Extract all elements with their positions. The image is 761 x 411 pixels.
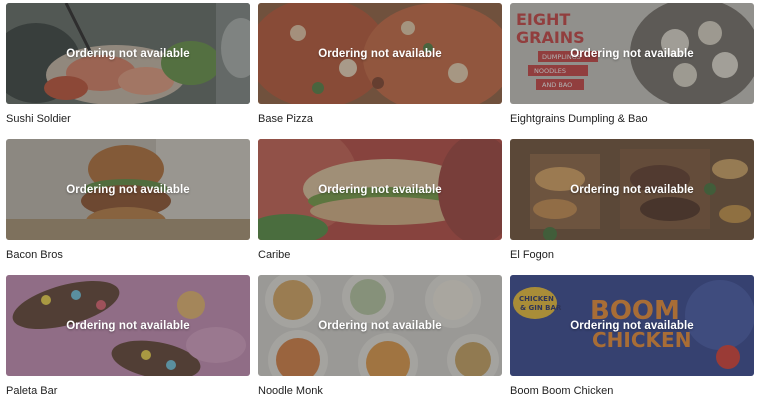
restaurant-card-bacon-bros[interactable]: Ordering not available Bacon Bros [6, 139, 250, 275]
restaurant-name[interactable]: Base Pizza [258, 113, 502, 125]
unavailable-overlay: Ordering not available [6, 275, 250, 376]
unavailable-overlay: Ordering not available [510, 3, 754, 104]
unavailable-overlay: Ordering not available [510, 275, 754, 376]
restaurant-card-boom-boom-chicken[interactable]: CHICKEN & GIN BAR BOOM CHICKEN Ordering … [510, 275, 754, 411]
restaurant-name[interactable]: Paleta Bar [6, 385, 250, 397]
ordering-status-text: Ordering not available [570, 47, 694, 60]
unavailable-overlay: Ordering not available [258, 3, 502, 104]
restaurant-image[interactable]: Ordering not available [258, 275, 502, 376]
restaurant-image[interactable]: Ordering not available [6, 3, 250, 104]
restaurant-image[interactable]: Ordering not available [258, 139, 502, 240]
restaurant-image[interactable]: EIGHT GRAINS DUMPLINGS NOODLES AND BAO O… [510, 3, 754, 104]
restaurant-name[interactable]: Boom Boom Chicken [510, 385, 754, 397]
unavailable-overlay: Ordering not available [258, 139, 502, 240]
restaurant-card-eightgrains[interactable]: EIGHT GRAINS DUMPLINGS NOODLES AND BAO O… [510, 3, 754, 139]
ordering-status-text: Ordering not available [318, 47, 442, 60]
restaurant-image[interactable]: Ordering not available [510, 139, 754, 240]
restaurant-image[interactable]: Ordering not available [6, 275, 250, 376]
ordering-status-text: Ordering not available [66, 183, 190, 196]
restaurant-card-noodle-monk[interactable]: Ordering not available Noodle Monk [258, 275, 502, 411]
restaurant-card-caribe[interactable]: Ordering not available Caribe [258, 139, 502, 275]
unavailable-overlay: Ordering not available [510, 139, 754, 240]
ordering-status-text: Ordering not available [66, 319, 190, 332]
ordering-status-text: Ordering not available [570, 319, 694, 332]
unavailable-overlay: Ordering not available [6, 139, 250, 240]
restaurant-name[interactable]: Noodle Monk [258, 385, 502, 397]
restaurant-name[interactable]: El Fogon [510, 249, 754, 261]
unavailable-overlay: Ordering not available [258, 275, 502, 376]
restaurant-image[interactable]: Ordering not available [258, 3, 502, 104]
ordering-status-text: Ordering not available [318, 183, 442, 196]
ordering-status-text: Ordering not available [570, 183, 694, 196]
restaurant-name[interactable]: Caribe [258, 249, 502, 261]
ordering-status-text: Ordering not available [318, 319, 442, 332]
restaurant-name[interactable]: Bacon Bros [6, 249, 250, 261]
restaurant-name[interactable]: Sushi Soldier [6, 113, 250, 125]
restaurant-image[interactable]: CHICKEN & GIN BAR BOOM CHICKEN Ordering … [510, 275, 754, 376]
ordering-status-text: Ordering not available [66, 47, 190, 60]
restaurant-card-paleta-bar[interactable]: Ordering not available Paleta Bar [6, 275, 250, 411]
restaurant-card-base-pizza[interactable]: Ordering not available Base Pizza [258, 3, 502, 139]
restaurant-image[interactable]: Ordering not available [6, 139, 250, 240]
restaurant-card-el-fogon[interactable]: Ordering not available El Fogon [510, 139, 754, 275]
restaurant-grid: Ordering not available Sushi Soldier Ord… [6, 3, 756, 411]
restaurant-name[interactable]: Eightgrains Dumpling & Bao [510, 113, 754, 125]
restaurant-card-sushi-soldier[interactable]: Ordering not available Sushi Soldier [6, 3, 250, 139]
unavailable-overlay: Ordering not available [6, 3, 250, 104]
